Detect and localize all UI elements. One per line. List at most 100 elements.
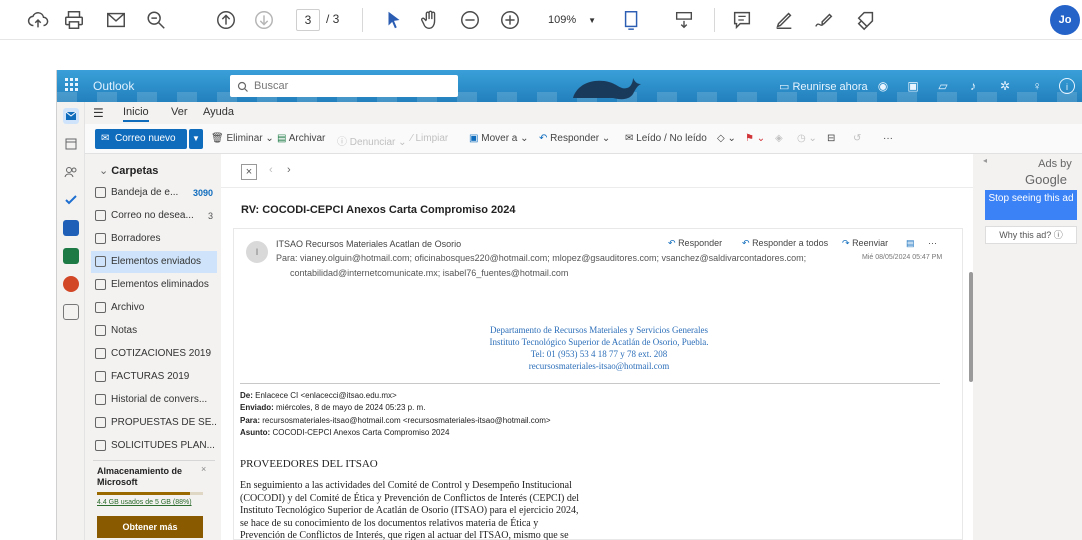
immersive-reader-icon[interactable]: ▤ [906, 238, 915, 249]
zoom-level-select[interactable]: 109% ▼ [540, 9, 598, 31]
zoom-search-icon[interactable] [144, 8, 168, 32]
word-app-icon[interactable] [63, 220, 79, 236]
folder-cotizaciones[interactable]: COTIZACIONES 2019 [91, 343, 217, 365]
more-actions-icon[interactable]: ··· [928, 238, 937, 248]
close-storage-icon[interactable]: × [201, 464, 206, 474]
mail-rail-icon[interactable] [63, 108, 79, 124]
reply-all-label: Responder a todos [752, 238, 829, 248]
upload-cloud-icon[interactable] [26, 8, 50, 32]
print-message-icon[interactable]: ⊟ [827, 133, 835, 144]
move-to-button[interactable]: ▣ Mover a ⌄ [469, 133, 529, 144]
get-more-storage-button[interactable]: Obtener más [97, 516, 203, 538]
previous-message-icon[interactable]: ‹ [269, 164, 273, 176]
search-input[interactable]: Buscar [230, 75, 458, 97]
zoom-in-icon[interactable] [498, 8, 522, 32]
highlight-pen-icon[interactable] [772, 8, 796, 32]
next-page-icon[interactable] [252, 8, 276, 32]
undo-icon[interactable]: ↺ [853, 133, 861, 144]
forward-action[interactable]: ↷ Reenviar [842, 238, 888, 249]
ads-google-label: Google [1025, 172, 1067, 187]
folder-label: Bandeja de e... [111, 187, 179, 198]
scroll-mode-icon[interactable] [672, 8, 696, 32]
powerpoint-app-icon[interactable] [63, 276, 79, 292]
fwd-from: De: Enlacece CI <enlacecci@itsao.edu.mx> [240, 391, 397, 400]
folder-solicitudes[interactable]: SOLICITUDES PLAN... [91, 435, 217, 457]
scroll-thumb[interactable] [969, 272, 973, 382]
new-mail-icon: ✉ [101, 133, 110, 144]
folder-facturas[interactable]: FACTURAS 2019 [91, 366, 217, 388]
sweep-button[interactable]: ⁄ Limpiar [411, 133, 448, 144]
stop-seeing-ad-button[interactable]: Stop seeing this ad [985, 190, 1077, 220]
report-button[interactable]: ⓘ Denunciar ⌄ [337, 133, 407, 148]
toolbar-divider [362, 8, 363, 32]
folder-notes[interactable]: Notas [91, 320, 217, 342]
teams-icon[interactable]: ◉ [875, 78, 891, 94]
meet-now-button[interactable]: ▭ Reunirse ahora [779, 80, 868, 93]
notifications-icon[interactable]: ♪ [965, 78, 981, 94]
ad-info-icon[interactable]: ◂ [983, 156, 987, 165]
app-launcher-icon[interactable] [65, 78, 79, 92]
office-apps-icon[interactable]: ▣ [905, 78, 921, 94]
tab-inicio[interactable]: Inicio [123, 106, 149, 122]
sender-name[interactable]: ITSAO Recursos Materiales Acatlan de Oso… [276, 239, 461, 249]
tips-lightbulb-icon[interactable]: ♀ [1029, 78, 1045, 94]
delete-button[interactable]: 🗑 Eliminar ⌄ [211, 133, 274, 144]
folder-label: Archivo [111, 302, 145, 313]
previous-page-icon[interactable] [214, 8, 238, 32]
feedback-icon[interactable]: ▱ [935, 78, 951, 94]
folder-archive[interactable]: Archivo [91, 297, 217, 319]
mail-icon[interactable] [104, 8, 128, 32]
recipients-extra: contabilidad@internetcomunicate.mx; isab… [290, 268, 569, 278]
page-number-input[interactable]: 3 [296, 9, 320, 31]
fill-sign-icon[interactable] [854, 8, 878, 32]
folder-drafts[interactable]: Borradores [91, 228, 217, 250]
zoom-out-icon[interactable] [458, 8, 482, 32]
new-mail-dropdown[interactable]: ▼ [189, 129, 203, 149]
new-mail-button[interactable]: ✉ Correo nuevo [95, 129, 187, 149]
reply-all-action[interactable]: ↶ Responder a todos [742, 238, 828, 249]
folder-history[interactable]: Historial de convers... [91, 389, 217, 411]
reading-scrollbar[interactable] [969, 154, 973, 540]
tab-ayuda[interactable]: Ayuda [203, 106, 234, 118]
fit-page-icon[interactable] [620, 8, 644, 32]
outlook-window: Outlook Buscar ▭ Reunirse ahora ◉ ▣ ▱ ♪ … [56, 70, 1082, 540]
folder-deleted[interactable]: Elementos eliminados [91, 274, 217, 296]
folder-propuestas[interactable]: PROPUESTAS DE SE... [91, 412, 217, 434]
archive-button[interactable]: ▤ Archivar [277, 133, 325, 144]
draw-signature-icon[interactable] [812, 8, 836, 32]
print-icon[interactable] [62, 8, 86, 32]
signature-email[interactable]: recursosmateriales-itsao@hotmail.com [234, 361, 964, 371]
calendar-rail-icon[interactable] [63, 136, 79, 152]
folder-inbox[interactable]: Bandeja de e... 3090 [91, 182, 217, 204]
read-unread-button[interactable]: ✉ Leído / No leído [625, 133, 707, 144]
reply-action[interactable]: ↶ Responder [668, 238, 722, 249]
tag-icon[interactable]: ◇ ⌄ [717, 133, 736, 144]
reply-button[interactable]: ↶ Responder ⌄ [539, 133, 610, 144]
select-cursor-icon[interactable] [382, 8, 406, 32]
hand-tool-icon[interactable] [418, 8, 442, 32]
tab-ver[interactable]: Ver [171, 106, 188, 118]
people-rail-icon[interactable] [63, 164, 79, 180]
excel-app-icon[interactable] [63, 248, 79, 264]
flag-icon[interactable]: ⚑ ⌄ [745, 133, 765, 144]
hamburger-menu-icon[interactable]: ☰ [93, 106, 104, 120]
account-icon[interactable]: i [1059, 78, 1075, 94]
read-unread-label: Leído / No leído [636, 133, 707, 144]
inbox-icon [95, 187, 106, 198]
todo-check-icon[interactable] [63, 192, 79, 208]
folder-sent[interactable]: Elementos enviados [91, 251, 217, 273]
pin-icon[interactable]: ◈ [775, 133, 783, 144]
comment-icon[interactable] [730, 8, 754, 32]
settings-gear-icon[interactable]: ✲ [997, 78, 1013, 94]
storage-usage[interactable]: 4.4 GB usados de 5 GB (88%) [97, 499, 192, 506]
folder-junk[interactable]: Correo no desea... 3 [91, 205, 217, 227]
snooze-clock-icon[interactable]: ◷ ⌄ [797, 133, 817, 144]
more-options-icon[interactable]: ··· [883, 133, 893, 144]
user-avatar-button[interactable]: Jo [1050, 5, 1080, 35]
close-message-icon[interactable]: × [241, 164, 257, 180]
more-apps-icon[interactable] [63, 304, 79, 320]
why-this-ad-button[interactable]: Why this ad? ⓘ [985, 226, 1077, 244]
signature-line: Departamento de Recursos Materiales y Se… [490, 325, 708, 335]
folders-header[interactable]: ⌄ Carpetas [99, 164, 158, 177]
next-message-icon[interactable]: › [287, 164, 291, 176]
